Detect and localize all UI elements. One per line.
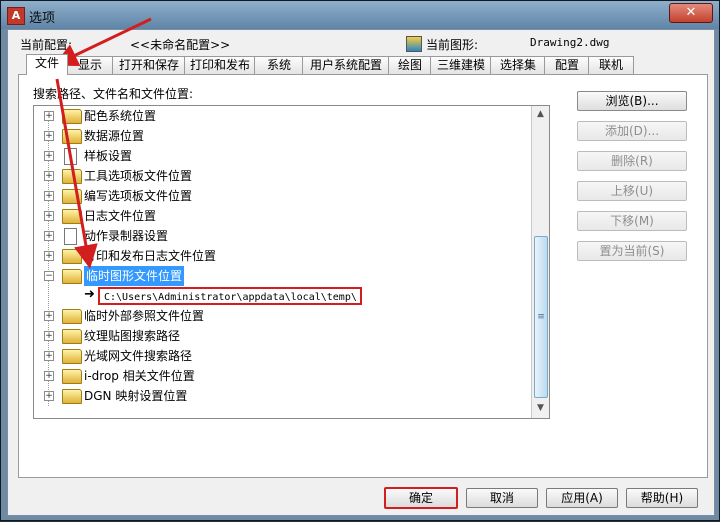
folder-icon bbox=[62, 369, 82, 384]
profile-row: 当前配置: <<未命名配置>> 当前图形: Drawing2.dwg bbox=[20, 36, 706, 52]
tree-item-i-drop[interactable]: + i-drop 相关文件位置 bbox=[34, 366, 526, 386]
expand-icon[interactable]: + bbox=[44, 231, 54, 241]
tree-item-label: 配色系统位置 bbox=[84, 109, 157, 123]
expand-icon[interactable]: + bbox=[44, 211, 54, 221]
browse-button[interactable]: 浏览(B)... bbox=[577, 91, 687, 111]
options-dialog: A 选项 ✕ 当前配置: <<未命名配置>> 当前图形: Drawing2.dw… bbox=[0, 0, 720, 521]
tab-profiles[interactable]: 配置 bbox=[544, 56, 590, 74]
open-folder-icon bbox=[62, 269, 82, 284]
tree-item-label: 日志文件位置 bbox=[84, 209, 157, 223]
expand-icon[interactable]: + bbox=[44, 331, 54, 341]
tab-display[interactable]: 显示 bbox=[66, 56, 114, 74]
search-paths-label: 搜索路径、文件名和文件位置: bbox=[33, 87, 194, 101]
expand-icon[interactable]: + bbox=[44, 391, 54, 401]
expand-icon[interactable]: + bbox=[44, 191, 54, 201]
tree-item-label: 数据源位置 bbox=[84, 129, 145, 143]
current-drawing-value: Drawing2.dwg bbox=[530, 36, 610, 49]
tree-item-label: 临时外部参照文件位置 bbox=[84, 309, 205, 323]
collapse-icon[interactable]: − bbox=[44, 271, 54, 281]
tree-item-label: 纹理贴图搜索路径 bbox=[84, 329, 181, 343]
tree-item-plot-publish-log[interactable]: + 打印和发布日志文件位置 bbox=[34, 246, 526, 266]
tree-item-texture-maps[interactable]: + 纹理贴图搜索路径 bbox=[34, 326, 526, 346]
document-icon bbox=[64, 148, 77, 165]
move-down-button[interactable]: 下移(M) bbox=[577, 211, 687, 231]
cancel-button[interactable]: 取消 bbox=[466, 488, 538, 508]
tree-item-label: DGN 映射设置位置 bbox=[84, 389, 188, 403]
tree-item-dgn-mapping[interactable]: + DGN 映射设置位置 bbox=[34, 386, 526, 406]
tree-item-label-selected: 临时图形文件位置 bbox=[84, 266, 185, 286]
apply-button[interactable]: 应用(A) bbox=[546, 488, 618, 508]
tab-selection[interactable]: 选择集 bbox=[490, 56, 546, 74]
tree-item-tool-palettes[interactable]: + 工具选项板文件位置 bbox=[34, 166, 526, 186]
tree-item-web-files[interactable]: + 光域网文件搜索路径 bbox=[34, 346, 526, 366]
folder-icon bbox=[62, 169, 82, 184]
tree-item-label: i-drop 相关文件位置 bbox=[84, 369, 195, 383]
autocad-app-icon: A bbox=[7, 7, 25, 25]
current-drawing-label: 当前图形: bbox=[426, 38, 479, 52]
tree-item-color-books[interactable]: + 配色系统位置 bbox=[34, 106, 526, 126]
tree-item-authoring-palettes[interactable]: + 编写选项板文件位置 bbox=[34, 186, 526, 206]
current-profile-label: 当前配置: bbox=[20, 38, 73, 52]
tab-user-preferences[interactable]: 用户系统配置 bbox=[302, 56, 390, 74]
folder-icon bbox=[62, 329, 82, 344]
set-current-button[interactable]: 置为当前(S) bbox=[577, 241, 687, 261]
tree-child-temp-path[interactable]: ➜ C:\Users\Administrator\appdata\local\t… bbox=[34, 286, 534, 308]
title-bar: A 选项 ✕ bbox=[1, 1, 719, 29]
drawing-file-icon bbox=[406, 36, 422, 52]
tab-drafting[interactable]: 绘图 bbox=[388, 56, 432, 74]
expand-icon[interactable]: + bbox=[44, 131, 54, 141]
folder-icon bbox=[62, 129, 82, 144]
folder-icon bbox=[62, 389, 82, 404]
tree-scrollbar[interactable]: ▲ ≡ ▼ bbox=[531, 106, 549, 418]
move-up-button[interactable]: 上移(U) bbox=[577, 181, 687, 201]
document-icon bbox=[64, 228, 77, 245]
path-arrow-icon: ➜ bbox=[84, 287, 95, 302]
tree-item-data-sources[interactable]: + 数据源位置 bbox=[34, 126, 526, 146]
close-button[interactable]: ✕ bbox=[669, 3, 713, 23]
tab-open-save[interactable]: 打开和保存 bbox=[112, 56, 186, 74]
window-title: 选项 bbox=[29, 11, 56, 26]
tree-item-label: 工具选项板文件位置 bbox=[84, 169, 193, 183]
help-button[interactable]: 帮助(H) bbox=[626, 488, 698, 508]
tree-item-label: 打印和发布日志文件位置 bbox=[84, 249, 217, 263]
expand-icon[interactable]: + bbox=[44, 151, 54, 161]
tree-item-template-settings[interactable]: + 样板设置 bbox=[34, 146, 526, 166]
tree-item-temp-drawing-location[interactable]: − 临时图形文件位置 bbox=[34, 266, 526, 286]
folder-icon bbox=[62, 209, 82, 224]
dialog-client-area: 当前配置: <<未命名配置>> 当前图形: Drawing2.dwg 文件 显示… bbox=[7, 29, 715, 516]
remove-button[interactable]: 删除(R) bbox=[577, 151, 687, 171]
tree-item-label: 样板设置 bbox=[84, 149, 133, 163]
tree-item-label: 编写选项板文件位置 bbox=[84, 189, 193, 203]
tree-item-temp-xref[interactable]: + 临时外部参照文件位置 bbox=[34, 306, 526, 326]
expand-icon[interactable]: + bbox=[44, 251, 54, 261]
folder-icon bbox=[62, 189, 82, 204]
tab-online[interactable]: 联机 bbox=[588, 56, 634, 74]
scroll-thumb[interactable]: ≡ bbox=[534, 236, 548, 398]
scroll-up-icon[interactable]: ▲ bbox=[534, 108, 547, 121]
tab-system[interactable]: 系统 bbox=[254, 56, 304, 74]
expand-icon[interactable]: + bbox=[44, 351, 54, 361]
current-profile-value: <<未命名配置>> bbox=[130, 38, 231, 52]
tree-item-log-file[interactable]: + 日志文件位置 bbox=[34, 206, 526, 226]
tab-plot-publish[interactable]: 打印和发布 bbox=[184, 56, 256, 74]
tree-item-label: 光域网文件搜索路径 bbox=[84, 349, 193, 363]
files-tab-panel: 搜索路径、文件名和文件位置: + 配色系统位置 + 数据源位置 + 样板设置 +… bbox=[18, 74, 708, 478]
expand-icon[interactable]: + bbox=[44, 171, 54, 181]
file-locations-tree[interactable]: + 配色系统位置 + 数据源位置 + 样板设置 + 工具选项板文件位置 + 编写… bbox=[33, 105, 550, 419]
folder-icon bbox=[62, 349, 82, 364]
folder-icon bbox=[62, 249, 82, 264]
tree-item-action-recorder[interactable]: + 动作录制器设置 bbox=[34, 226, 526, 246]
ok-button[interactable]: 确定 bbox=[384, 487, 458, 509]
expand-icon[interactable]: + bbox=[44, 311, 54, 321]
temp-path-value[interactable]: C:\Users\Administrator\appdata\local\tem… bbox=[98, 287, 362, 305]
scroll-down-icon[interactable]: ▼ bbox=[534, 402, 547, 415]
folder-icon bbox=[62, 309, 82, 324]
tree-item-label: 动作录制器设置 bbox=[84, 229, 169, 243]
add-button[interactable]: 添加(D)... bbox=[577, 121, 687, 141]
expand-icon[interactable]: + bbox=[44, 111, 54, 121]
folder-icon bbox=[62, 109, 82, 124]
expand-icon[interactable]: + bbox=[44, 371, 54, 381]
tab-files[interactable]: 文件 bbox=[26, 54, 68, 75]
tab-3d-modeling[interactable]: 三维建模 bbox=[430, 56, 492, 74]
